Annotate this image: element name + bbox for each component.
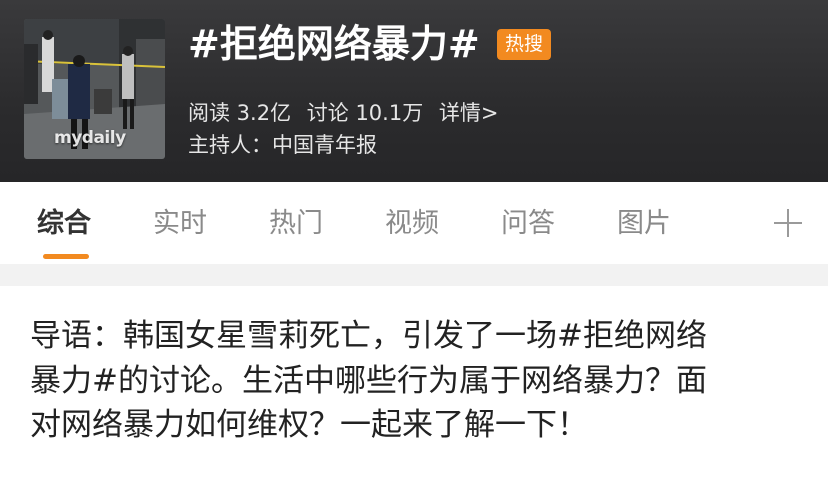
- tab-video[interactable]: 视频: [385, 204, 439, 244]
- hot-search-badge: 热搜: [497, 29, 551, 60]
- topic-page: mydaily #拒绝网络暴力# 热搜 阅读 3.2亿 讨论 10.1万 详情>…: [0, 0, 828, 477]
- lead-line: 导语：韩国女星雪莉死亡，引发了一场#拒绝网络: [30, 318, 707, 354]
- lead-line: 对网络暴力如何维权？一起来了解一下！: [30, 407, 588, 443]
- plus-icon[interactable]: [772, 207, 804, 239]
- topic-stats: 阅读 3.2亿 讨论 10.1万 详情>: [188, 97, 508, 129]
- section-divider: [0, 264, 828, 286]
- article-card: 导语：韩国女星雪莉死亡，引发了一场#拒绝网络 暴力#的讨论。生活中哪些行为属于网…: [0, 286, 828, 477]
- thumbnail-watermark: mydaily: [54, 128, 126, 148]
- tab-bar: 综合 实时 热门 视频 问答 图片: [0, 182, 828, 264]
- topic-header: mydaily #拒绝网络暴力# 热搜 阅读 3.2亿 讨论 10.1万 详情>…: [0, 0, 828, 182]
- active-tab-indicator: [43, 254, 89, 259]
- article-lead: 导语：韩国女星雪莉死亡，引发了一场#拒绝网络 暴力#的讨论。生活中哪些行为属于网…: [30, 314, 800, 448]
- tab-qa[interactable]: 问答: [501, 204, 555, 244]
- lead-line: 暴力#的讨论。生活中哪些行为属于网络暴力？面: [30, 362, 707, 399]
- details-link[interactable]: 详情>: [439, 101, 499, 125]
- tab-realtime[interactable]: 实时: [153, 204, 207, 244]
- read-count: 阅读 3.2亿: [188, 101, 292, 125]
- tab-comprehensive[interactable]: 综合: [37, 204, 91, 244]
- tab-hot[interactable]: 热门: [269, 204, 323, 244]
- topic-thumbnail[interactable]: mydaily: [24, 19, 165, 159]
- tab-images[interactable]: 图片: [617, 204, 671, 244]
- discussion-count: 讨论 10.1万: [306, 101, 424, 125]
- topic-title: #拒绝网络暴力#: [188, 22, 480, 66]
- topic-host: 主持人：中国青年报: [188, 133, 377, 157]
